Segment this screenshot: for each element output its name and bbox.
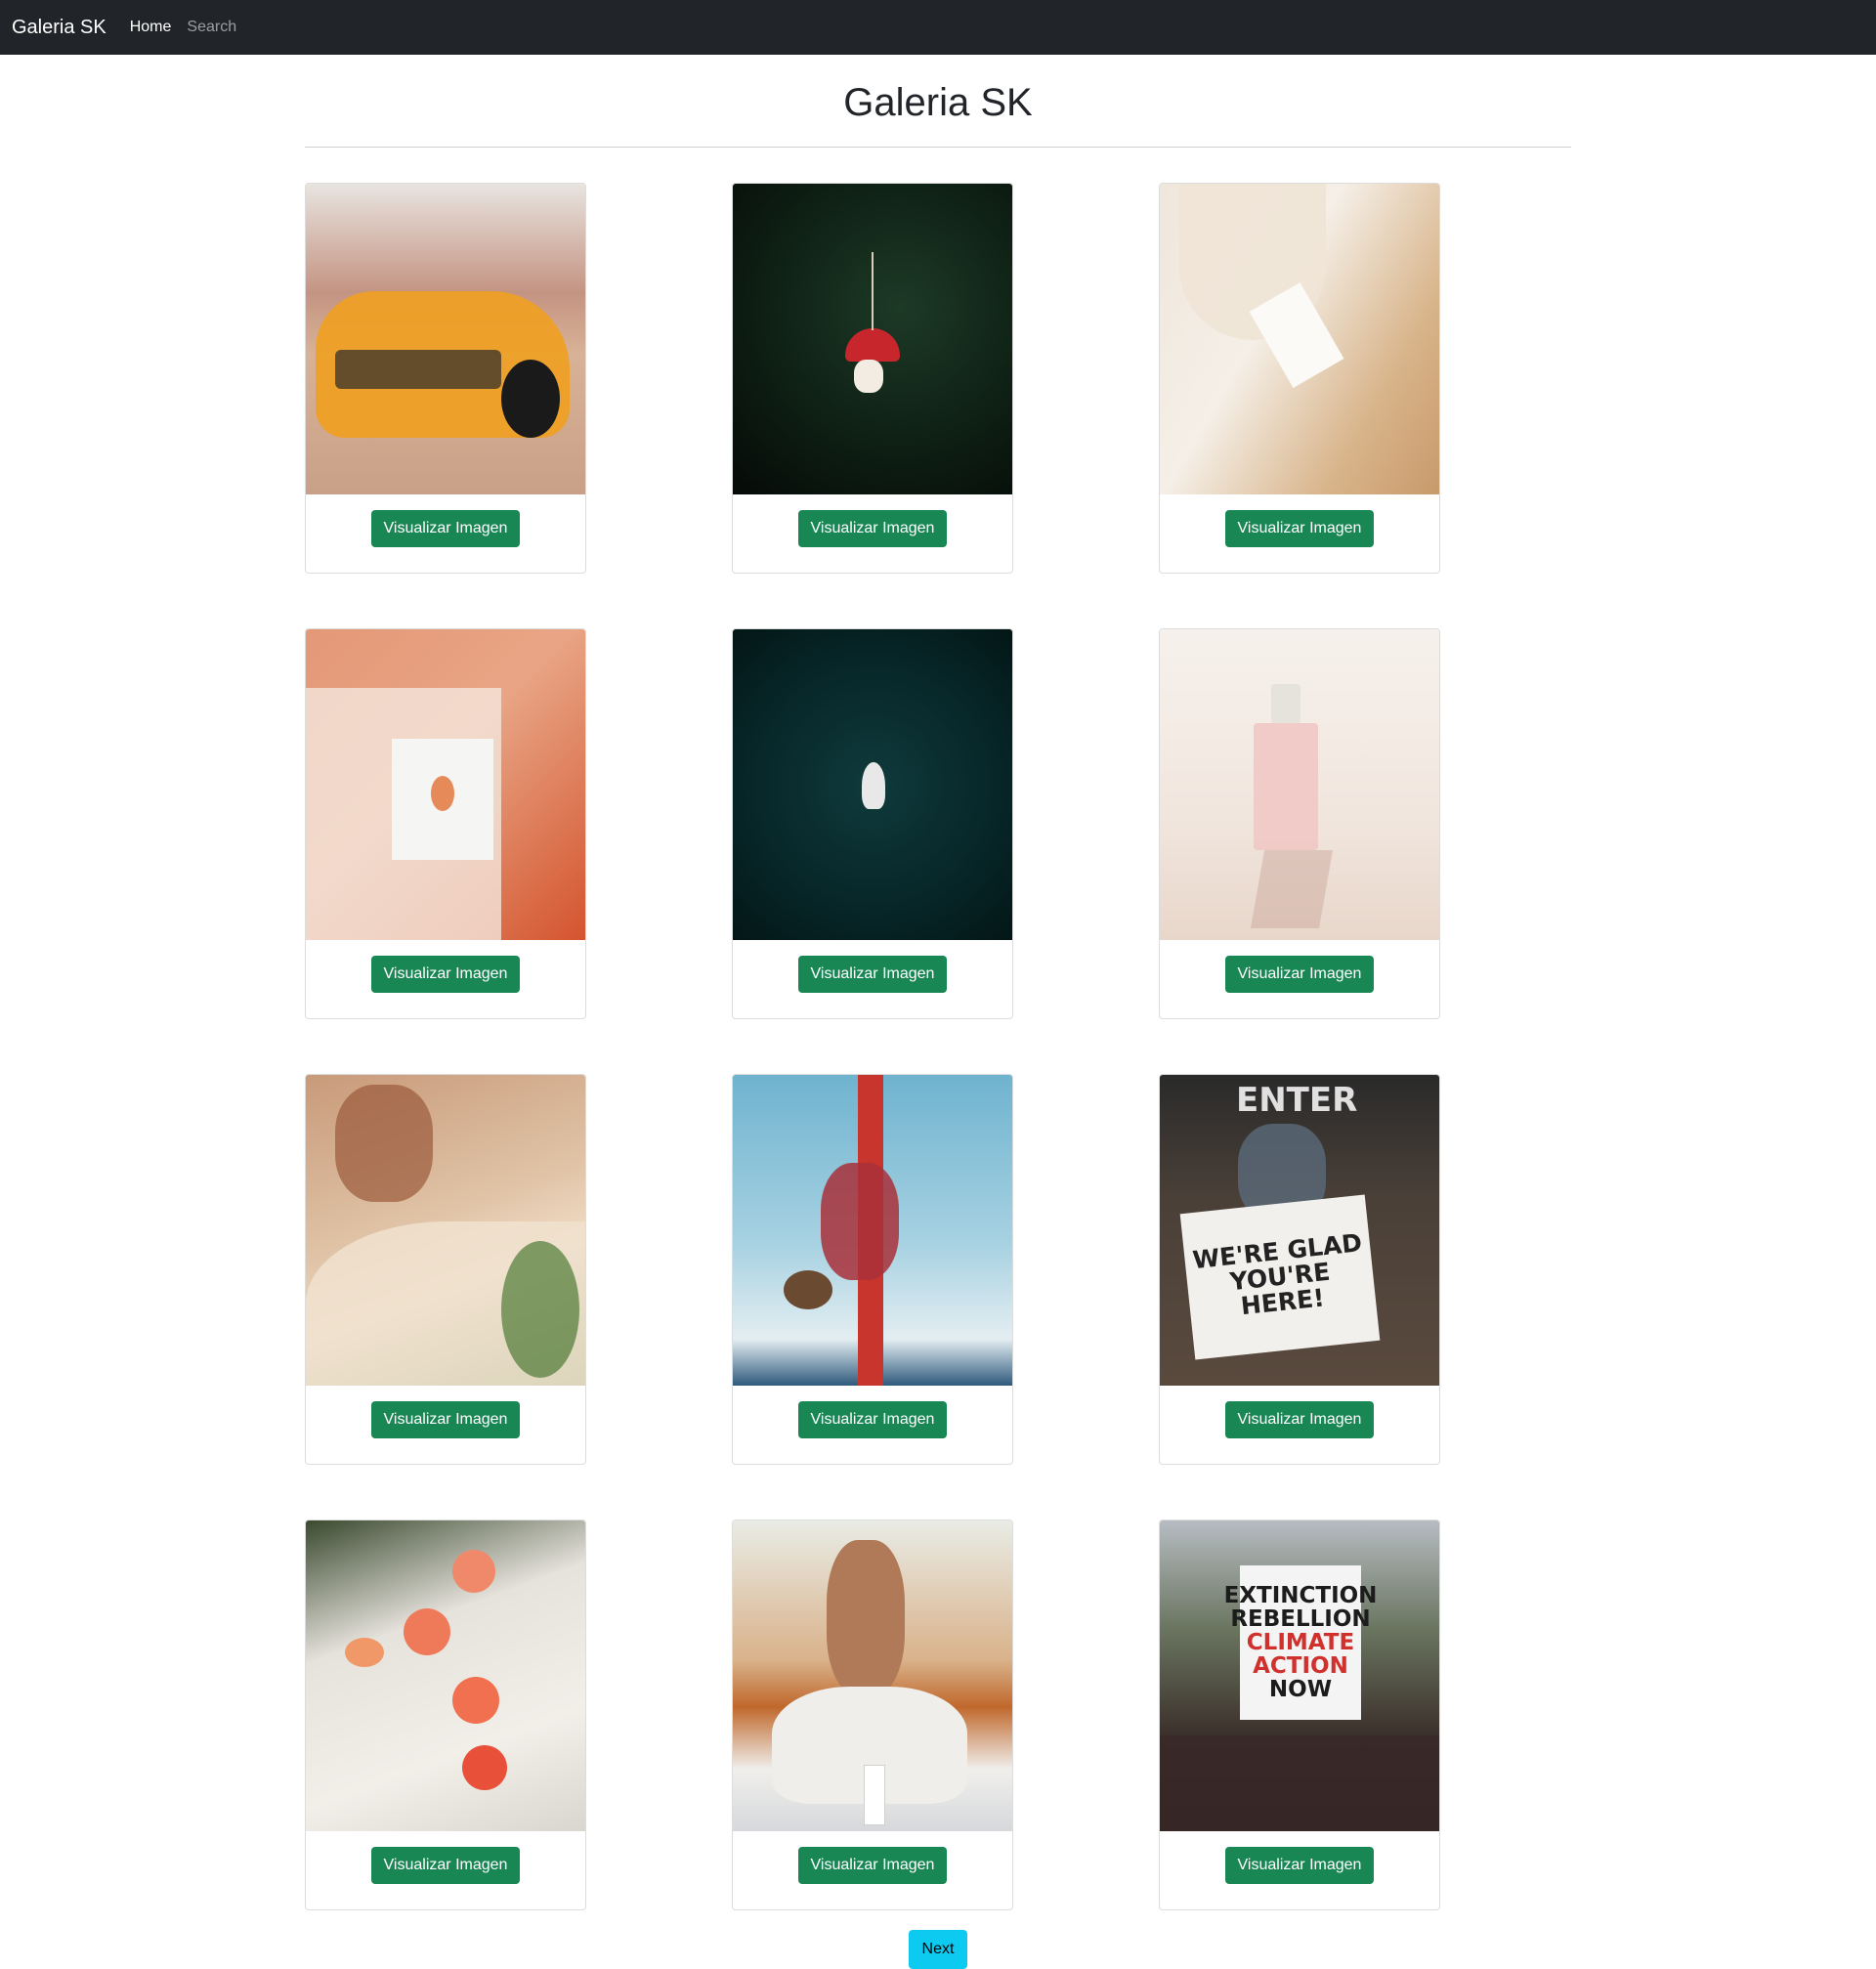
car-wheel-shape	[501, 360, 560, 438]
card-body: Visualizar Imagen	[733, 1831, 1012, 1909]
flower-shape	[452, 1677, 499, 1724]
view-image-button[interactable]: Visualizar Imagen	[1224, 1847, 1375, 1884]
gallery-card: Visualizar Imagen	[732, 1074, 1013, 1465]
navbar-brand[interactable]: Galeria SK	[12, 17, 107, 39]
gallery-image-aerialist[interactable]	[733, 1075, 1012, 1386]
nav-link-home[interactable]: Home	[130, 19, 172, 36]
flower-shape	[404, 1608, 450, 1655]
flower-shape	[452, 1550, 495, 1593]
gallery-image-climate-protest[interactable]: EXTINCTION REBELLION CLIMATE ACTION NOW	[1160, 1520, 1439, 1831]
gallery-card: ENTER WE'RE GLAD YOU'RE HERE! Visualizar…	[1159, 1074, 1440, 1465]
view-image-button[interactable]: Visualizar Imagen	[797, 510, 948, 547]
gallery-image-petals[interactable]	[1160, 184, 1439, 494]
view-image-button[interactable]: Visualizar Imagen	[797, 956, 948, 993]
view-image-button[interactable]: Visualizar Imagen	[797, 1847, 948, 1884]
gallery-image-perfume[interactable]	[1160, 629, 1439, 940]
main-container: Galeria SK Visualizar Imagen Visualizar …	[305, 55, 1571, 1969]
gallery-card: EXTINCTION REBELLION CLIMATE ACTION NOW …	[1159, 1520, 1440, 1910]
gallery-card: Visualizar Imagen	[1159, 628, 1440, 1019]
gallery-image-mushroom[interactable]	[733, 184, 1012, 494]
gallery-card: Visualizar Imagen	[305, 628, 586, 1019]
card-body: Visualizar Imagen	[1160, 940, 1439, 1018]
acrobat-hair-shape	[784, 1270, 832, 1309]
ornament-string-shape	[872, 252, 874, 330]
palm-leaf-shape	[501, 1241, 579, 1378]
card-body: Visualizar Imagen	[306, 494, 585, 573]
flower-shape	[462, 1745, 507, 1790]
card-body: Visualizar Imagen	[733, 940, 1012, 1018]
boat-shape	[862, 762, 885, 809]
top-navbar: Galeria SK Home Search	[0, 0, 1876, 55]
gallery-row: Visualizar Imagen Visualizar Imagen Visu…	[305, 628, 1571, 1019]
title-divider	[305, 147, 1571, 148]
car-grille-shape	[335, 350, 501, 389]
view-image-button[interactable]: Visualizar Imagen	[370, 1847, 521, 1884]
gallery-image-boat[interactable]	[733, 629, 1012, 940]
gallery-image-yoga[interactable]	[733, 1520, 1012, 1831]
view-image-button[interactable]: Visualizar Imagen	[1224, 510, 1375, 547]
gallery-image-wall-card[interactable]	[306, 629, 585, 940]
view-image-button[interactable]: Visualizar Imagen	[1224, 1401, 1375, 1438]
protest-sign-line: CLIMATE	[1246, 1630, 1355, 1655]
card-body: Visualizar Imagen	[1160, 1831, 1439, 1909]
gallery-card: Visualizar Imagen	[305, 183, 586, 574]
protest-sign-line: ACTION	[1253, 1653, 1348, 1679]
card-body: Visualizar Imagen	[306, 940, 585, 1018]
gallery-grid: Visualizar Imagen Visualizar Imagen Visu…	[305, 183, 1571, 1910]
view-image-button[interactable]: Visualizar Imagen	[370, 956, 521, 993]
welcome-sign-board: WE'RE GLAD YOU'RE HERE!	[1179, 1194, 1381, 1360]
perfume-cap-shape	[1271, 684, 1300, 723]
gallery-image-orange-flowers[interactable]	[306, 1520, 585, 1831]
gallery-image-surfboard[interactable]	[306, 1075, 585, 1386]
gallery-card: Visualizar Imagen	[1159, 183, 1440, 574]
bottle-shape	[864, 1765, 885, 1825]
protest-sign-line: NOW	[1268, 1677, 1333, 1702]
mushroom-cap-shape	[845, 328, 900, 362]
gallery-card: Visualizar Imagen	[305, 1520, 586, 1910]
mushroom-stem-shape	[854, 360, 883, 393]
perfume-bottle-shape	[1254, 723, 1318, 850]
pagination: Next	[305, 1930, 1571, 1969]
gallery-row: Visualizar Imagen Visualizar Imagen ENTE…	[305, 1074, 1571, 1465]
enter-sign-text: ENTER	[1236, 1081, 1358, 1120]
card-body: Visualizar Imagen	[306, 1386, 585, 1464]
nav-link-search[interactable]: Search	[187, 19, 236, 36]
view-image-button[interactable]: Visualizar Imagen	[370, 510, 521, 547]
card-body: Visualizar Imagen	[733, 494, 1012, 573]
person-torso-shape	[827, 1540, 905, 1696]
gallery-card: Visualizar Imagen	[732, 183, 1013, 574]
page-title: Galeria SK	[843, 81, 1033, 124]
card-body: Visualizar Imagen	[306, 1831, 585, 1909]
gallery-row: Visualizar Imagen Visualizar Imagen Visu…	[305, 183, 1571, 574]
gallery-card: Visualizar Imagen	[305, 1074, 586, 1465]
card-body: Visualizar Imagen	[1160, 1386, 1439, 1464]
view-image-button[interactable]: Visualizar Imagen	[370, 1401, 521, 1438]
view-image-button[interactable]: Visualizar Imagen	[1224, 956, 1375, 993]
protest-sign-board: EXTINCTION REBELLION CLIMATE ACTION NOW	[1224, 1565, 1377, 1720]
acrobat-shape	[821, 1163, 899, 1280]
gallery-image-welcome-sign[interactable]: ENTER WE'RE GLAD YOU'RE HERE!	[1160, 1075, 1439, 1386]
person-shape	[335, 1085, 433, 1202]
perfume-shadow-shape	[1250, 850, 1334, 928]
card-body: Visualizar Imagen	[1160, 494, 1439, 573]
gallery-image-car[interactable]	[306, 184, 585, 494]
view-image-button[interactable]: Visualizar Imagen	[797, 1401, 948, 1438]
protest-sign-line: EXTINCTION	[1223, 1583, 1378, 1608]
gallery-row: Visualizar Imagen Visualizar Imagen EXTI…	[305, 1520, 1571, 1910]
sign-line: HERE!	[1239, 1283, 1326, 1321]
protest-sign-line: REBELLION	[1230, 1606, 1371, 1632]
gallery-card: Visualizar Imagen	[732, 628, 1013, 1019]
card-body: Visualizar Imagen	[733, 1386, 1012, 1464]
flower-bud-shape	[345, 1638, 384, 1667]
next-page-button[interactable]: Next	[908, 1930, 968, 1969]
crowd-shape	[1160, 1735, 1439, 1831]
card-drawing-shape	[431, 776, 454, 811]
gallery-card: Visualizar Imagen	[732, 1520, 1013, 1910]
